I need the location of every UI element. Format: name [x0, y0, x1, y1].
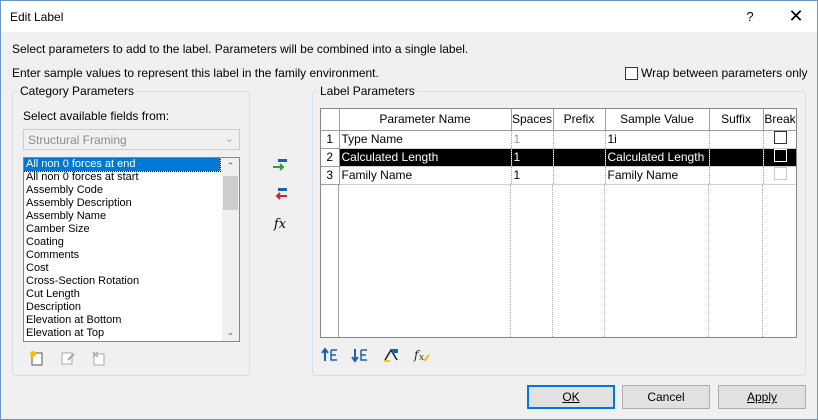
ok-button[interactable]: OK	[527, 385, 615, 409]
list-item[interactable]: Assembly Code	[24, 184, 239, 197]
prefix-cell[interactable]	[553, 130, 606, 149]
fields-scrollbar[interactable]: ⌃ ⌄	[222, 158, 239, 341]
sample-value-cell[interactable]: Calculated Length	[605, 148, 710, 167]
list-item[interactable]: Comments	[24, 249, 239, 262]
column-header-parameter-name: Parameter Name	[339, 109, 512, 131]
delete-parameter-icon	[90, 350, 108, 368]
scroll-thumb[interactable]	[223, 176, 238, 210]
new-parameter-icon[interactable]	[28, 350, 46, 368]
label-parameters-legend: Label Parameters	[320, 84, 415, 98]
title-bar: Edit Label ? ✕	[1, 1, 817, 32]
add-parameter-to-label-icon[interactable]	[271, 157, 289, 175]
table-row[interactable]: 1 Type Name 1 1i	[321, 130, 796, 149]
list-item[interactable]: Elevation at Bottom	[24, 314, 239, 327]
parameter-name-cell[interactable]: Family Name	[339, 166, 512, 185]
row-number[interactable]: 3	[321, 166, 340, 185]
empty-grid-area	[321, 185, 796, 337]
list-item[interactable]: Assembly Description	[24, 197, 239, 210]
category-combo: Structural Framing ⌄	[23, 129, 240, 150]
dialog-title: Edit Label	[10, 10, 64, 24]
row-number[interactable]: 1	[321, 130, 340, 149]
break-cell[interactable]	[763, 130, 796, 149]
formula-fx-icon[interactable]: fx	[271, 216, 289, 234]
intro-line-1: Select parameters to add to the label. P…	[12, 42, 469, 56]
row-number[interactable]: 2	[321, 148, 340, 167]
column-header-sample-value: Sample Value	[605, 109, 710, 131]
scroll-down-icon[interactable]: ⌄	[222, 324, 239, 341]
table-row[interactable]: 2 Calculated Length 1 Calculated Length	[321, 148, 796, 167]
spaces-cell[interactable]: 1	[511, 166, 554, 185]
apply-button-label: Apply	[746, 390, 778, 404]
scroll-up-icon[interactable]: ⌃	[222, 158, 239, 175]
edit-formula-icon[interactable]: fx	[413, 347, 431, 365]
help-button[interactable]: ?	[732, 1, 768, 32]
suffix-cell[interactable]	[709, 148, 764, 167]
spaces-cell[interactable]: 1	[511, 148, 554, 167]
label-parameters-table: Parameter Name Spaces Prefix Sample Valu…	[320, 108, 797, 338]
break-checkbox[interactable]	[773, 131, 787, 144]
sample-value-cell[interactable]: Family Name	[605, 166, 710, 185]
prefix-cell[interactable]	[553, 148, 606, 167]
list-item[interactable]: Cost	[24, 262, 239, 275]
cancel-button[interactable]: Cancel	[622, 385, 710, 409]
available-fields-list[interactable]: All non 0 forces at end All non 0 forces …	[23, 157, 240, 342]
edit-format-icon[interactable]	[382, 347, 400, 365]
table-row[interactable]: 3 Family Name 1 Family Name	[321, 166, 796, 185]
column-header-prefix: Prefix	[553, 109, 606, 131]
move-down-icon[interactable]	[351, 347, 369, 365]
break-checkbox[interactable]	[773, 149, 787, 162]
select-fields-label: Select available fields from:	[23, 109, 170, 123]
parameter-name-cell[interactable]: Calculated Length	[339, 148, 512, 167]
wrap-between-parameters-option[interactable]: Wrap between parameters only	[625, 66, 808, 80]
wrap-between-parameters-checkbox[interactable]	[625, 66, 638, 80]
list-item[interactable]: All non 0 forces at end	[24, 158, 221, 172]
wrap-between-parameters-label: Wrap between parameters only	[641, 66, 808, 80]
list-item[interactable]: Cut Length	[24, 288, 239, 301]
spaces-cell[interactable]: 1	[511, 130, 554, 149]
column-header-suffix: Suffix	[709, 109, 764, 131]
chevron-down-icon: ⌄	[224, 133, 234, 145]
suffix-cell[interactable]	[709, 130, 764, 149]
parameter-name-cell[interactable]: Type Name	[339, 130, 512, 149]
list-item[interactable]: Cross-Section Rotation	[24, 275, 239, 288]
column-header-break: Break	[763, 109, 796, 131]
intro-line-2: Enter sample values to represent this la…	[12, 66, 379, 80]
corner-cell	[321, 109, 340, 131]
list-item[interactable]: Description	[24, 301, 239, 314]
move-up-icon[interactable]	[321, 347, 339, 365]
break-checkbox	[773, 167, 787, 180]
break-cell[interactable]	[763, 148, 796, 167]
svg-text:x: x	[419, 353, 424, 363]
category-combo-value: Structural Framing	[28, 133, 127, 147]
sample-value-cell[interactable]: 1i	[605, 130, 710, 149]
remove-parameter-from-label-icon[interactable]	[271, 186, 289, 204]
list-item[interactable]: Coating	[24, 236, 239, 249]
edit-parameter-icon	[59, 350, 77, 368]
ok-button-label: OK	[562, 390, 580, 404]
edit-label-dialog: Edit Label ? ✕ Select parameters to add …	[0, 0, 818, 420]
list-item[interactable]: Camber Size	[24, 223, 239, 236]
column-header-spaces: Spaces	[511, 109, 554, 131]
close-button[interactable]: ✕	[777, 1, 815, 32]
category-parameters-legend: Category Parameters	[20, 84, 135, 98]
list-item[interactable]: Elevation at Top	[24, 327, 239, 340]
list-item[interactable]: All non 0 forces at start	[24, 171, 239, 184]
apply-button[interactable]: Apply	[718, 385, 806, 409]
prefix-cell[interactable]	[553, 166, 606, 185]
list-item[interactable]: Assembly Name	[24, 210, 239, 223]
table-header-row: Parameter Name Spaces Prefix Sample Valu…	[321, 109, 796, 131]
break-cell	[763, 166, 796, 185]
suffix-cell[interactable]	[709, 166, 764, 185]
